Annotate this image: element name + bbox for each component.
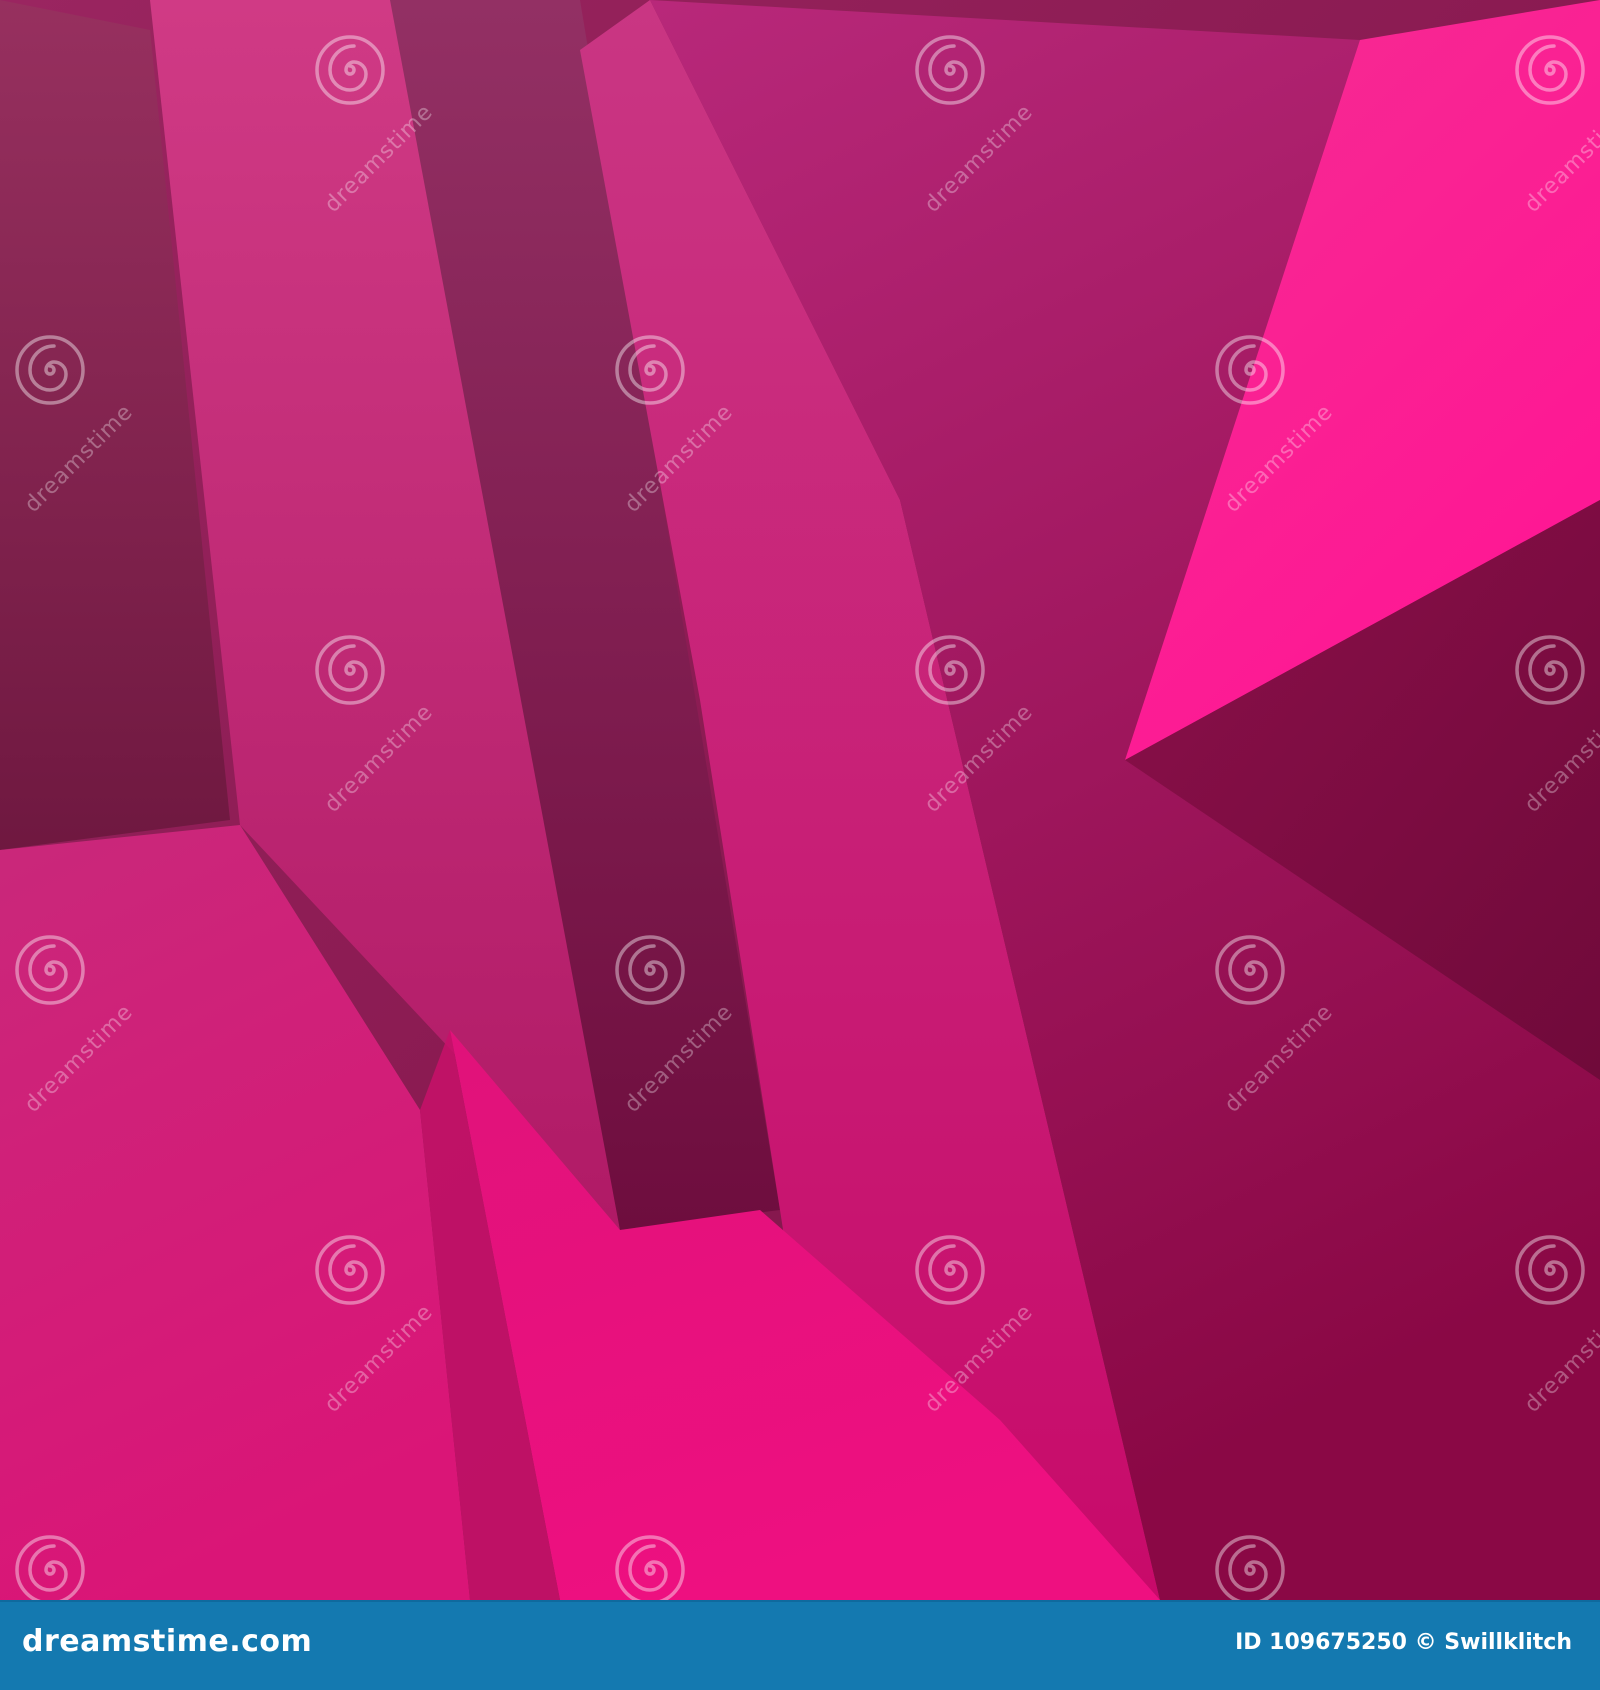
footer-bar: dreamstime.com ID 109675250 © Swillklitc… (0, 1600, 1600, 1690)
abstract-geometric-artwork (0, 0, 1600, 1600)
stock-image-page: dreamstime dreamstime dreamstime dreamstime… (0, 0, 1600, 1690)
site-logo-text[interactable]: dreamstime.com (22, 1624, 312, 1659)
image-id-credit: ID 109675250 © Swillklitch (1235, 1630, 1572, 1655)
